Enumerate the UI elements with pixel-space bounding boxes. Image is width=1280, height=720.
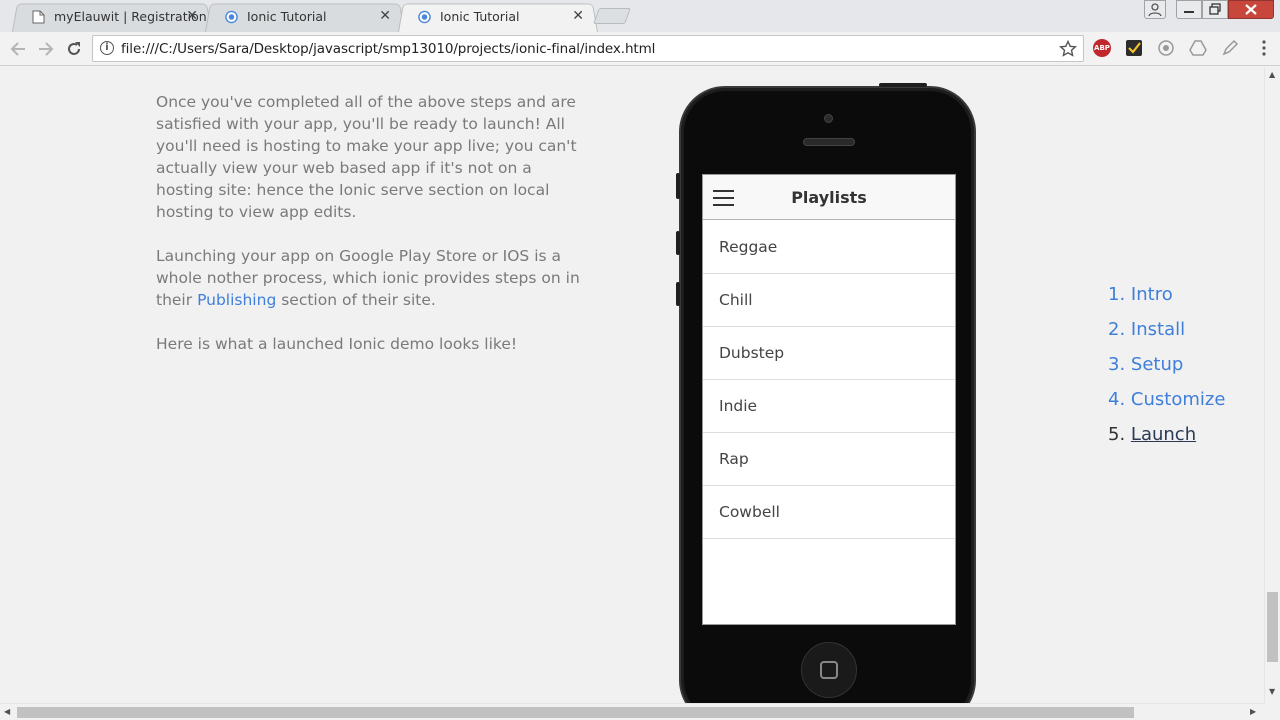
close-icon (1245, 4, 1257, 15)
chrome-favicon-icon (225, 10, 238, 24)
nav-label: Launch (1130, 424, 1197, 445)
nav-item-intro[interactable]: 1. Intro (1108, 284, 1225, 319)
publishing-link[interactable]: Publishing (197, 291, 276, 309)
phone-mockup: Playlists Reggae Chill Dubstep Indie Rap… (676, 83, 976, 703)
nav-item-setup[interactable]: 3. Setup (1108, 354, 1225, 389)
info-icon[interactable]: i (100, 41, 114, 55)
tab-title: Ionic Tutorial (440, 9, 520, 24)
page-content: Once you've completed all of the above s… (0, 67, 1264, 703)
playlist-item[interactable]: Reggae (703, 221, 955, 274)
scroll-down-icon[interactable]: ▼ (1269, 687, 1275, 696)
paragraph: Launching your app on Google Play Store … (156, 245, 586, 311)
back-arrow-icon[interactable] (9, 41, 27, 57)
playlist-item[interactable]: Rap (703, 433, 955, 486)
nav-item-install[interactable]: 2. Install (1108, 319, 1225, 354)
chrome-favicon-icon (418, 10, 431, 24)
playlist-item[interactable]: Dubstep (703, 327, 955, 380)
vertical-scrollbar[interactable]: ▲ ▼ (1264, 67, 1280, 703)
nav-number: 3. (1108, 354, 1126, 375)
adblock-plus-icon[interactable]: ABP (1093, 39, 1111, 57)
nav-label: Setup (1130, 354, 1184, 375)
section-nav: 1. Intro 2. Install 3. Setup 4. Customiz… (1108, 284, 1225, 459)
phone-screen: Playlists Reggae Chill Dubstep Indie Rap… (702, 174, 956, 625)
paragraph-text: section of their site. (281, 291, 436, 309)
address-bar[interactable]: i file:///C:/Users/Sara/Desktop/javascri… (92, 35, 1084, 62)
app-header: Playlists (703, 175, 955, 220)
tab-strip: myElauwit | Registration ✕ Ionic Tutoria… (0, 0, 1280, 32)
horizontal-scrollbar[interactable]: ◀ ▶ (0, 703, 1264, 720)
nav-item-launch[interactable]: 5. Launch (1108, 424, 1225, 459)
profile-button[interactable] (1144, 0, 1166, 19)
nav-number: 1. (1108, 284, 1126, 305)
nav-number: 5. (1108, 424, 1126, 445)
phone-side-button (676, 282, 680, 306)
camera-icon (824, 114, 833, 123)
phone-side-button (676, 231, 680, 255)
pencil-icon[interactable] (1221, 39, 1239, 57)
browser-toolbar: i file:///C:/Users/Sara/Desktop/javascri… (0, 32, 1280, 66)
extension-circle-icon[interactable] (1157, 39, 1175, 57)
launch-article: Once you've completed all of the above s… (156, 91, 586, 377)
paragraph: Here is what a launched Ionic demo looks… (156, 335, 518, 353)
scrollbar-thumb[interactable] (1267, 592, 1278, 662)
page-icon (32, 10, 45, 24)
app-title: Playlists (791, 188, 867, 207)
speaker-grille (803, 138, 855, 146)
scroll-right-icon[interactable]: ▶ (1250, 707, 1256, 716)
nav-item-customize[interactable]: 4. Customize (1108, 389, 1225, 424)
checkmark-extension-icon[interactable] (1125, 39, 1143, 57)
address-url[interactable]: file:///C:/Users/Sara/Desktop/javascript… (121, 41, 655, 57)
close-window-button[interactable] (1228, 0, 1274, 19)
phone-top-button (879, 83, 927, 87)
nav-label: Intro (1130, 284, 1173, 305)
home-square-icon (820, 661, 838, 679)
scroll-left-icon[interactable]: ◀ (4, 707, 10, 716)
close-icon[interactable]: ✕ (379, 8, 391, 24)
bookmark-star-icon[interactable] (1059, 40, 1077, 58)
playlist-item[interactable]: Cowbell (703, 486, 955, 539)
paragraph: Once you've completed all of the above s… (156, 93, 577, 221)
tab-ionic-tutorial-1[interactable]: Ionic Tutorial ✕ (205, 2, 405, 32)
menu-dots-icon[interactable] (1255, 39, 1273, 57)
playlist-item[interactable]: Chill (703, 274, 955, 327)
tab-registration[interactable]: myElauwit | Registration ✕ (12, 2, 212, 32)
phone-side-button (676, 173, 680, 199)
forward-arrow-icon[interactable] (37, 41, 55, 57)
home-button (801, 642, 857, 698)
nav-number: 4. (1108, 389, 1126, 410)
reload-icon[interactable] (65, 40, 83, 58)
user-icon (1148, 3, 1162, 17)
nav-label: Install (1130, 319, 1186, 340)
tab-ionic-tutorial-2[interactable]: Ionic Tutorial ✕ (398, 2, 598, 32)
tab-title: Ionic Tutorial (247, 9, 327, 24)
playlist-list: Reggae Chill Dubstep Indie Rap Cowbell (703, 221, 955, 539)
minimize-button[interactable] (1176, 0, 1202, 19)
close-icon[interactable]: ✕ (572, 8, 584, 24)
tab-title: myElauwit | Registration (54, 9, 207, 24)
drive-icon[interactable] (1189, 39, 1207, 57)
restore-button[interactable] (1202, 0, 1228, 19)
new-tab-button[interactable] (593, 8, 631, 24)
nav-label: Customize (1130, 389, 1226, 410)
minimize-icon (1184, 11, 1194, 13)
scroll-up-icon[interactable]: ▲ (1269, 70, 1275, 79)
playlist-item[interactable]: Indie (703, 380, 955, 433)
nav-number: 2. (1108, 319, 1126, 340)
close-icon[interactable]: ✕ (186, 8, 198, 24)
scrollbar-thumb[interactable] (17, 707, 1134, 718)
restore-icon (1209, 3, 1221, 15)
